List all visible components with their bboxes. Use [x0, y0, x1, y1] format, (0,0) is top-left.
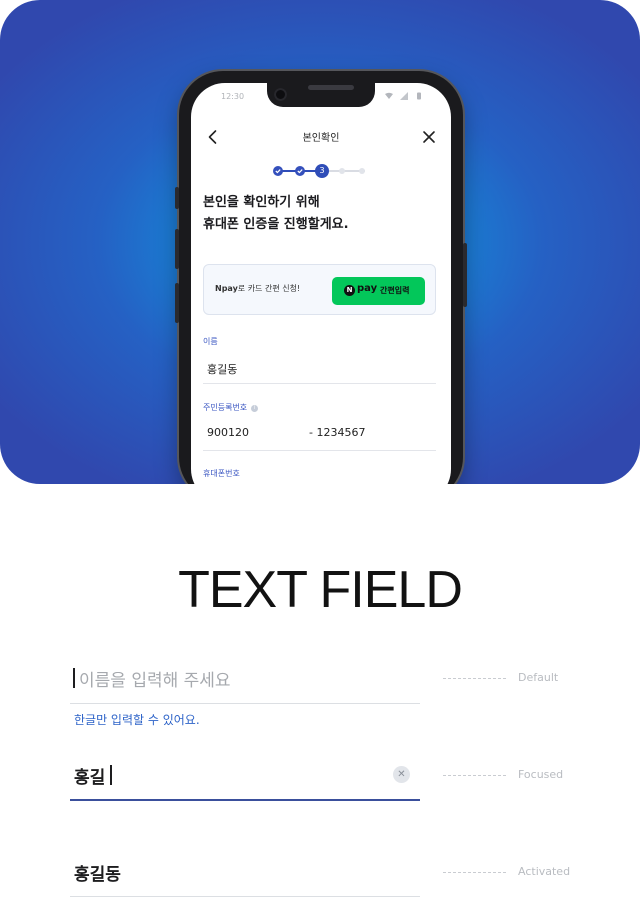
screen-title: 본인확인	[302, 133, 340, 144]
focused-field-underline	[70, 799, 420, 801]
text-cursor	[110, 765, 112, 785]
promo-brand: Npay	[215, 284, 238, 293]
activated-field-value[interactable]: 홍길동	[74, 860, 121, 885]
volume-up-button	[175, 229, 179, 269]
check-icon	[275, 169, 281, 174]
focused-state-connector	[443, 775, 506, 776]
npay-quick-input-button[interactable]: N pay 간편입력	[332, 277, 425, 305]
check-icon	[297, 169, 303, 174]
npay-promo-card: Npay로 카드 간편 신청! N pay 간편입력	[203, 264, 436, 315]
headline-line-2: 휴대폰 인증을 진행할게요.	[203, 217, 349, 232]
phone-screen: 12:30 본인확인 3 본인을 확인하기 위해 휴대폰 인증을 진행할게요. …	[191, 83, 451, 484]
activated-state-label: Activated	[518, 865, 571, 878]
status-icons	[385, 92, 423, 100]
headline: 본인을 확인하기 위해 휴대폰 인증을 진행할게요.	[203, 192, 349, 236]
name-field-value[interactable]: 홍길동	[207, 361, 237, 377]
promo-text: Npay로 카드 간편 신청!	[215, 283, 300, 294]
phone-mockup: 12:30 본인확인 3 본인을 확인하기 위해 휴대폰 인증을 진행할게요. …	[175, 71, 467, 484]
signal-icon	[400, 92, 408, 100]
page: 12:30 본인확인 3 본인을 확인하기 위해 휴대폰 인증을 진행할게요. …	[0, 0, 640, 898]
npay-button-label: 간편입력	[380, 286, 410, 295]
step-3-current: 3	[315, 164, 329, 178]
npay-logo-word: pay	[357, 283, 378, 294]
wifi-icon	[385, 92, 393, 99]
rrn-field-label: 주민등록번호 i	[203, 402, 259, 413]
clear-icon[interactable]: ✕	[393, 766, 410, 783]
activated-field-underline	[70, 896, 420, 897]
camera-icon	[274, 88, 287, 101]
npay-logo-icon: N	[344, 285, 355, 296]
activated-state-connector	[443, 872, 506, 873]
battery-icon	[417, 92, 421, 100]
rrn-field-underline	[203, 450, 436, 451]
promo-message: 로 카드 간편 신청!	[237, 284, 301, 293]
volume-down-button	[175, 283, 179, 323]
nav-bar: 본인확인	[191, 123, 451, 151]
step-4-pending	[339, 168, 345, 174]
rrn-front-value[interactable]: 900120	[207, 426, 249, 439]
name-field-label: 이름	[203, 337, 218, 346]
focused-state-label: Focused	[518, 768, 564, 781]
default-field-underline	[70, 703, 420, 704]
step-5-pending	[359, 168, 365, 174]
close-icon[interactable]	[421, 129, 437, 145]
phone-field-label: 휴대폰번호	[203, 469, 240, 478]
power-button	[463, 243, 467, 307]
step-1-complete	[273, 166, 283, 176]
default-field-placeholder[interactable]: 이름을 입력해 주세요	[79, 666, 231, 691]
hero-banner: 12:30 본인확인 3 본인을 확인하기 위해 휴대폰 인증을 진행할게요. …	[0, 0, 640, 484]
progress-stepper: 3	[271, 164, 371, 178]
rrn-field-label-text: 주민등록번호	[203, 403, 248, 412]
focused-field-value[interactable]: 홍길	[74, 763, 105, 788]
headline-line-1: 본인을 확인하기 위해	[203, 195, 320, 210]
section-title: TEXT FIELD	[178, 561, 463, 619]
step-2-complete	[295, 166, 305, 176]
text-cursor	[73, 668, 75, 688]
default-state-label: Default	[518, 671, 559, 684]
default-state-connector	[443, 678, 506, 679]
speaker-grille	[308, 85, 354, 90]
rrn-back-value[interactable]: - 1234567	[309, 426, 365, 439]
status-time: 12:30	[221, 92, 245, 101]
info-icon[interactable]: i	[251, 405, 259, 412]
mute-switch	[175, 187, 179, 209]
default-field-helper: 한글만 입력할 수 있어요.	[74, 713, 200, 727]
name-field-underline	[203, 383, 436, 384]
